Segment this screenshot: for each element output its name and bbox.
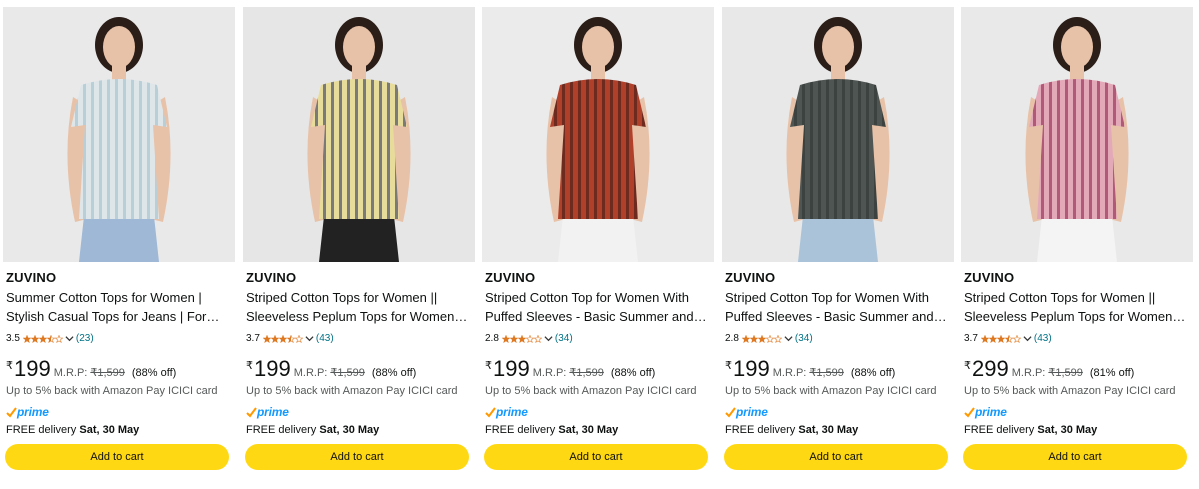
chevron-down-icon[interactable] <box>305 334 314 343</box>
discount: (81% off) <box>1089 367 1135 379</box>
price-row: ₹ 199 M.R.P: ₹1,599 (88% off) <box>6 356 176 382</box>
mrp: M.R.P: ₹1,599 <box>532 367 604 379</box>
cashback-offer: Up to 5% back with Amazon Pay ICICI card <box>725 385 937 397</box>
brand-name: ZUVINO <box>485 270 536 285</box>
rating-value: 3.7 <box>246 333 260 344</box>
chevron-down-icon[interactable] <box>1023 334 1032 343</box>
add-to-cart-button[interactable]: Add to cart <box>484 444 708 470</box>
product-card[interactable]: ZUVINO Striped Cotton Tops for Women || … <box>958 0 1196 489</box>
product-card[interactable]: ZUVINO Summer Cotton Tops for Women | St… <box>0 0 238 489</box>
rating[interactable]: 3.7 (43) <box>964 332 1052 345</box>
star-rating-icon <box>741 334 782 343</box>
price: 199 <box>733 356 770 381</box>
rating[interactable]: 2.8 (34) <box>725 332 813 345</box>
price-row: ₹ 199 M.R.P: ₹1,599 (88% off) <box>246 356 416 382</box>
review-count-link[interactable]: (43) <box>1034 333 1052 344</box>
brand-name: ZUVINO <box>246 270 297 285</box>
rating-value: 2.8 <box>485 333 499 344</box>
add-to-cart-button[interactable]: Add to cart <box>5 444 229 470</box>
price: 199 <box>14 356 51 381</box>
product-card[interactable]: ZUVINO Striped Cotton Tops for Women || … <box>240 0 478 489</box>
product-image[interactable] <box>961 7 1193 262</box>
delivery-info: FREE delivery Sat, 30 May <box>6 424 140 436</box>
chevron-down-icon[interactable] <box>544 334 553 343</box>
review-count-link[interactable]: (34) <box>555 333 573 344</box>
rating[interactable]: 2.8 (34) <box>485 332 573 345</box>
currency-symbol: ₹ <box>246 360 253 372</box>
prime-badge: prime <box>485 405 528 419</box>
prime-badge: prime <box>246 405 289 419</box>
add-to-cart-button[interactable]: Add to cart <box>963 444 1187 470</box>
delivery-info: FREE delivery Sat, 30 May <box>246 424 380 436</box>
price: 299 <box>972 356 1009 381</box>
check-icon <box>725 406 736 418</box>
cashback-offer: Up to 5% back with Amazon Pay ICICI card <box>485 385 697 397</box>
brand-name: ZUVINO <box>964 270 1015 285</box>
rating[interactable]: 3.5 (23) <box>6 332 94 345</box>
price-row: ₹ 299 M.R.P: ₹1,599 (81% off) <box>964 356 1134 382</box>
star-rating-icon <box>501 334 542 343</box>
prime-badge: prime <box>964 405 1007 419</box>
product-title-link[interactable]: Striped Cotton Tops for Women || Sleevel… <box>964 288 1188 326</box>
price-row: ₹ 199 M.R.P: ₹1,599 (88% off) <box>725 356 895 382</box>
mrp: M.R.P: ₹1,599 <box>1011 367 1083 379</box>
delivery-info: FREE delivery Sat, 30 May <box>964 424 1098 436</box>
mrp: M.R.P: ₹1,599 <box>293 367 365 379</box>
check-icon <box>485 406 496 418</box>
price: 199 <box>493 356 530 381</box>
product-image[interactable] <box>3 7 235 262</box>
mrp: M.R.P: ₹1,599 <box>53 367 125 379</box>
cashback-offer: Up to 5% back with Amazon Pay ICICI card <box>246 385 458 397</box>
cashback-offer: Up to 5% back with Amazon Pay ICICI card <box>964 385 1176 397</box>
add-to-cart-button[interactable]: Add to cart <box>724 444 948 470</box>
review-count-link[interactable]: (34) <box>795 333 813 344</box>
delivery-info: FREE delivery Sat, 30 May <box>725 424 859 436</box>
discount: (88% off) <box>131 367 177 379</box>
discount: (88% off) <box>371 367 417 379</box>
product-title-link[interactable]: Striped Cotton Top for Women With Puffed… <box>485 288 709 326</box>
prime-badge: prime <box>725 405 768 419</box>
star-rating-icon <box>22 334 63 343</box>
rating-value: 2.8 <box>725 333 739 344</box>
product-card[interactable]: ZUVINO Striped Cotton Top for Women With… <box>479 0 717 489</box>
product-image[interactable] <box>722 7 954 262</box>
brand-name: ZUVINO <box>725 270 776 285</box>
rating-value: 3.7 <box>964 333 978 344</box>
currency-symbol: ₹ <box>485 360 492 372</box>
product-card[interactable]: ZUVINO Striped Cotton Top for Women With… <box>719 0 957 489</box>
discount: (88% off) <box>850 367 896 379</box>
check-icon <box>6 406 17 418</box>
star-rating-icon <box>262 334 303 343</box>
currency-symbol: ₹ <box>964 360 971 372</box>
product-title-link[interactable]: Striped Cotton Top for Women With Puffed… <box>725 288 949 326</box>
discount: (88% off) <box>610 367 656 379</box>
product-image[interactable] <box>243 7 475 262</box>
product-image[interactable] <box>482 7 714 262</box>
add-to-cart-button[interactable]: Add to cart <box>245 444 469 470</box>
product-title-link[interactable]: Striped Cotton Tops for Women || Sleevel… <box>246 288 470 326</box>
brand-name: ZUVINO <box>6 270 57 285</box>
currency-symbol: ₹ <box>725 360 732 372</box>
review-count-link[interactable]: (43) <box>316 333 334 344</box>
rating-value: 3.5 <box>6 333 20 344</box>
currency-symbol: ₹ <box>6 360 13 372</box>
chevron-down-icon[interactable] <box>784 334 793 343</box>
price-row: ₹ 199 M.R.P: ₹1,599 (88% off) <box>485 356 655 382</box>
price: 199 <box>254 356 291 381</box>
product-title-link[interactable]: Summer Cotton Tops for Women | Stylish C… <box>6 288 230 326</box>
delivery-info: FREE delivery Sat, 30 May <box>485 424 619 436</box>
prime-badge: prime <box>6 405 49 419</box>
rating[interactable]: 3.7 (43) <box>246 332 334 345</box>
check-icon <box>246 406 257 418</box>
chevron-down-icon[interactable] <box>65 334 74 343</box>
cashback-offer: Up to 5% back with Amazon Pay ICICI card <box>6 385 218 397</box>
check-icon <box>964 406 975 418</box>
star-rating-icon <box>980 334 1021 343</box>
mrp: M.R.P: ₹1,599 <box>772 367 844 379</box>
review-count-link[interactable]: (23) <box>76 333 94 344</box>
product-grid: ZUVINO Summer Cotton Tops for Women | St… <box>0 0 1199 489</box>
